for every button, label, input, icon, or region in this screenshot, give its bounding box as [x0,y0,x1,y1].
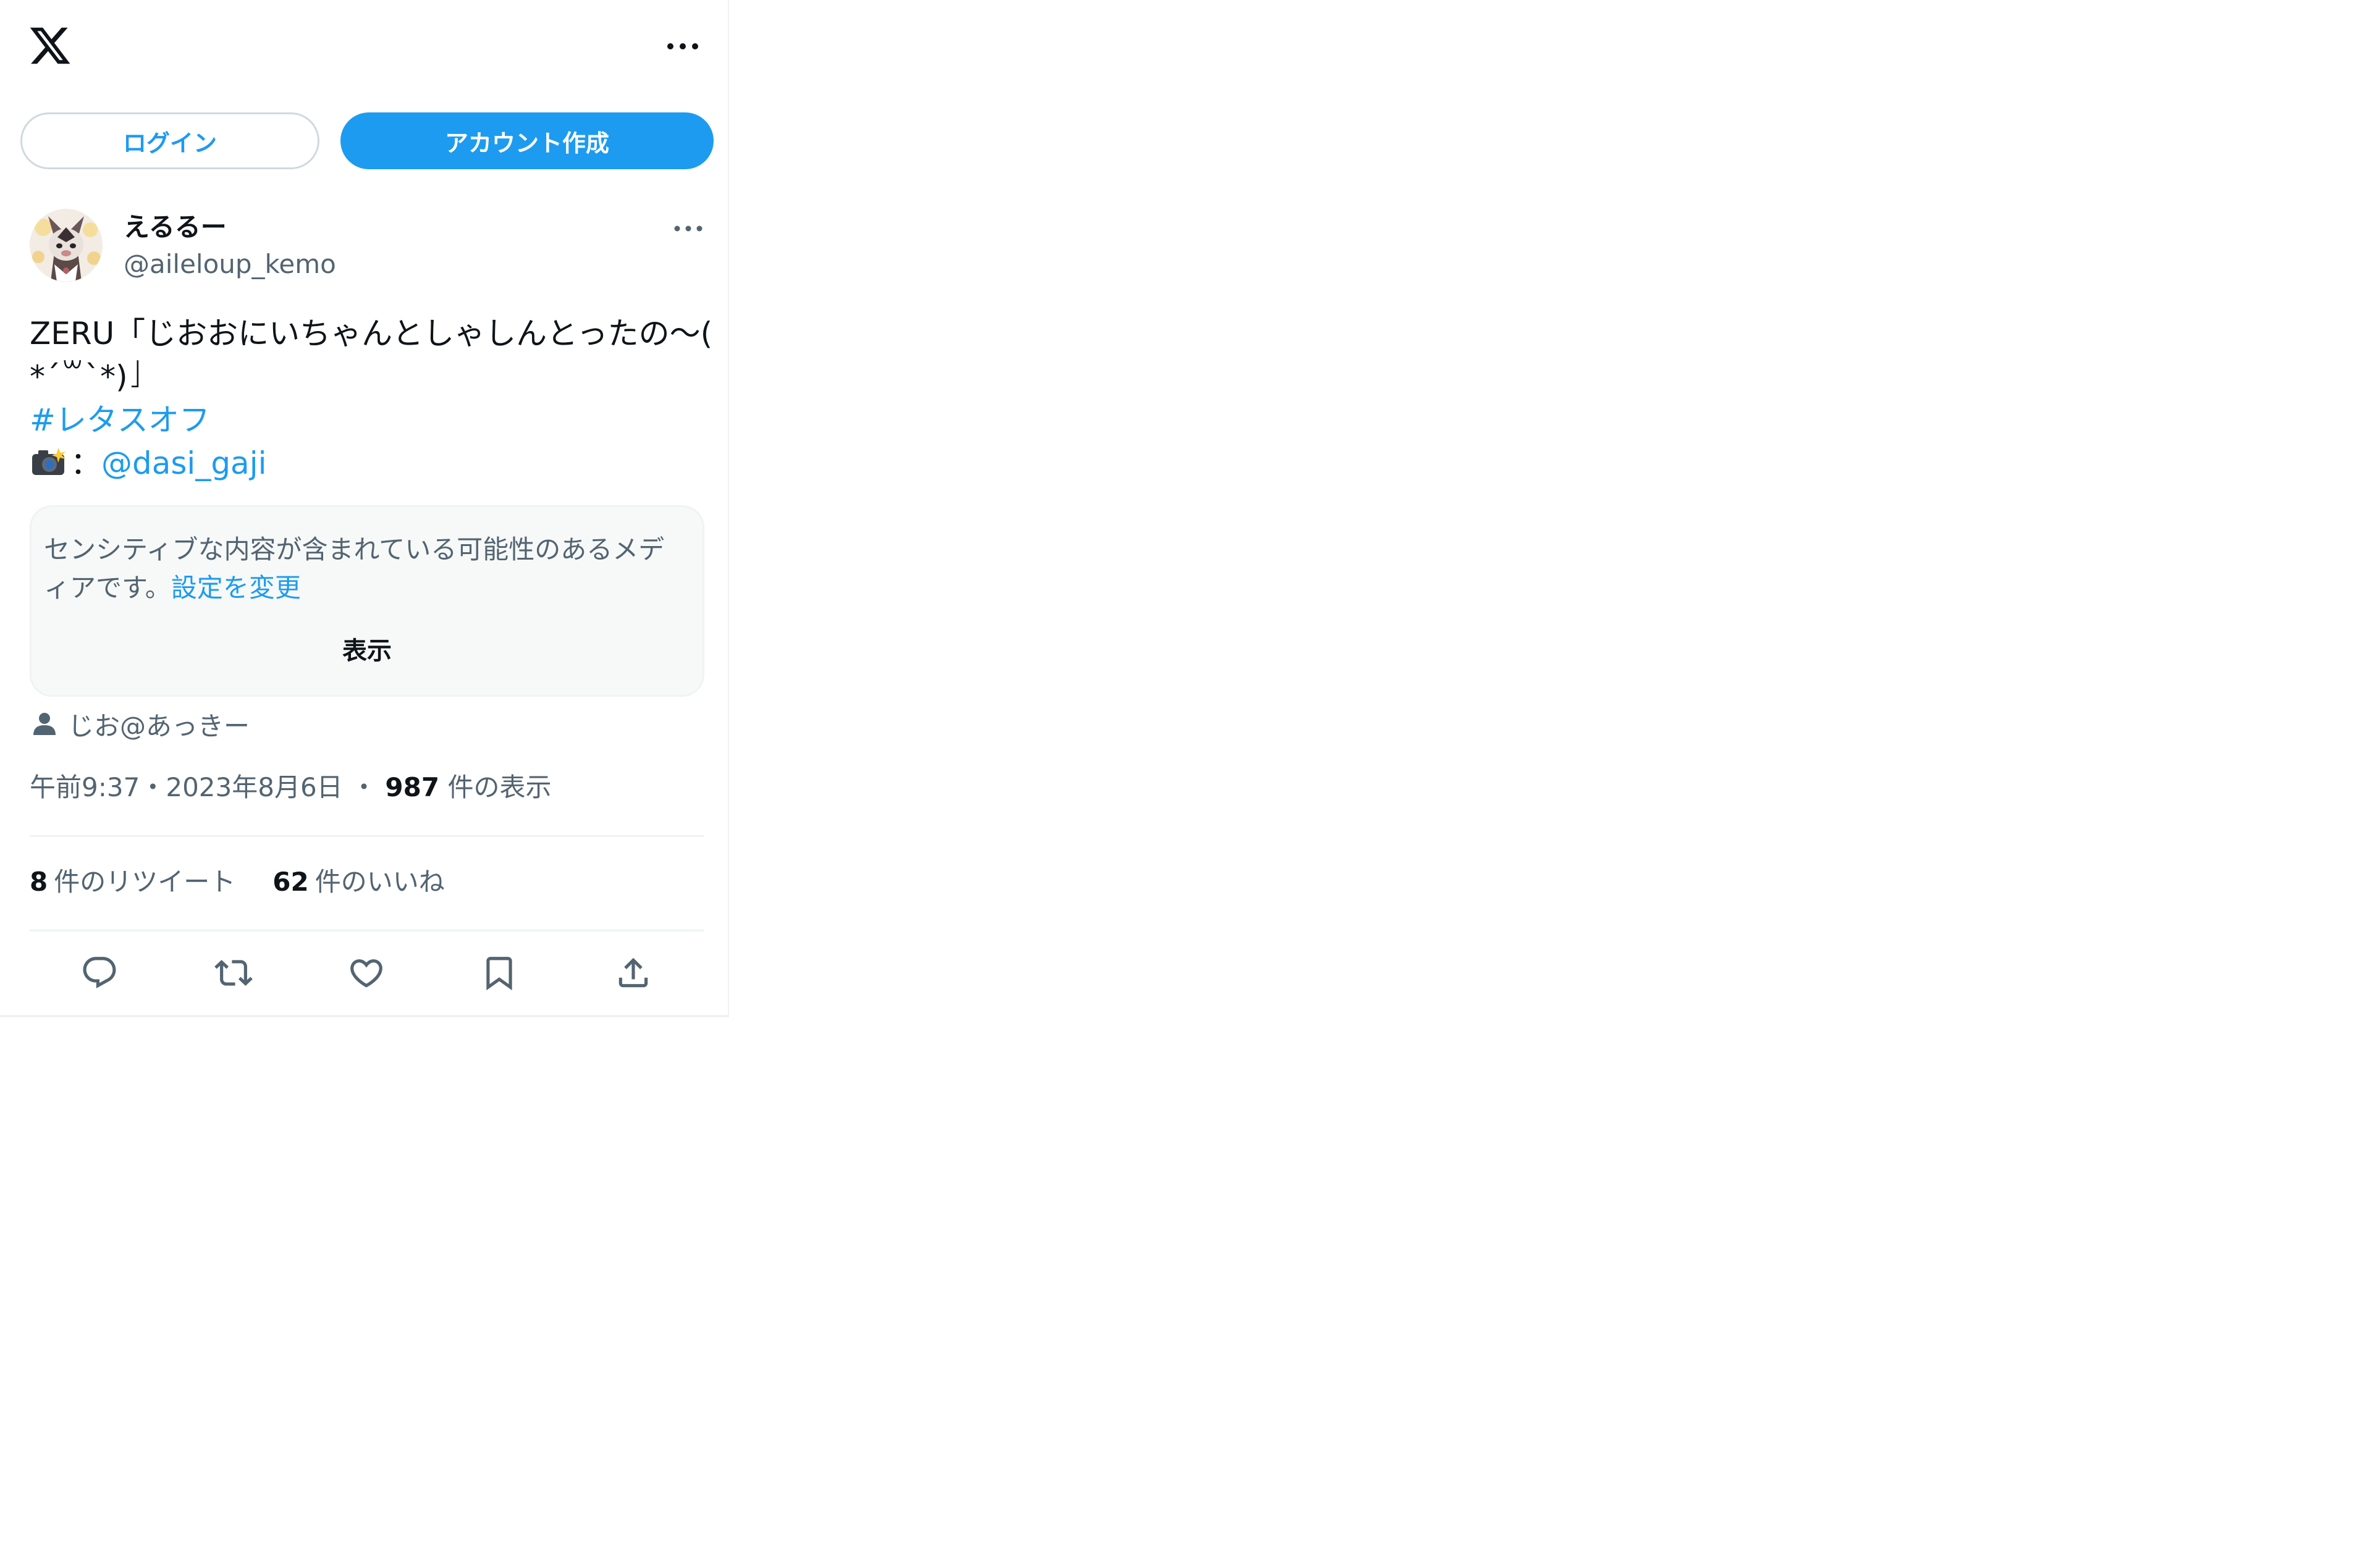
tweet-text-line: *´꒳`*)」 [30,359,152,395]
login-button[interactable]: ログイン [20,112,319,169]
divider [30,835,704,837]
like-button[interactable] [345,951,388,994]
reply-icon [83,957,116,989]
reply-button[interactable] [78,951,121,994]
tweet-date[interactable]: 2023年8月6日 [166,772,342,802]
likes-label: 件のいいね [314,867,445,897]
author-display-name[interactable]: えるるー [124,210,227,245]
sensitive-media-warning: センシティブな内容が含まれている可能性のあるメデ ィアです。設定を変更 表示 [30,505,704,697]
sensitive-message: センシティブな内容が含まれている可能性のあるメデ ィアです。設定を変更 [44,531,693,607]
mention-link[interactable]: @dasi_gaji [101,445,266,481]
tweet-page: ログイン アカウント作成 えるるー @aileloup_kemo ZERU「じお… [0,0,729,1017]
meta-separator: ・ [140,772,166,802]
credit-separator: ： [70,445,101,481]
create-account-button-label: アカウント作成 [444,129,609,157]
share-icon [618,957,648,988]
x-logo-icon[interactable] [28,23,72,68]
avatar[interactable] [30,209,103,282]
views-label: 件の表示 [447,772,552,802]
show-media-button[interactable]: 表示 [32,631,703,666]
create-account-button[interactable]: アカウント作成 [340,112,714,169]
tweet-more-icon[interactable] [670,219,707,238]
tweet-meta: 午前9:37・2023年8月6日 ・ 987 件の表示 [30,769,551,806]
login-button-label: ログイン [122,129,217,157]
tweet-actions [30,945,704,1001]
sensitive-message-prefix: ィアです。 [44,573,171,603]
tagged-user[interactable]: じお@あっきー [30,705,250,742]
tweet-stats: 8 件のリツイート 62 件のいいね [30,864,445,901]
hashtag-link[interactable]: #レタスオフ [30,398,703,442]
retweets-label: 件のリツイート [54,867,236,897]
tweet-time[interactable]: 午前9:37 [30,772,140,802]
likes-count: 62 [272,867,309,897]
retweets-count: 8 [30,867,48,897]
like-heart-icon [350,959,382,988]
top-bar [0,0,729,99]
sensitive-message-line: ィアです。設定を変更 [44,569,693,607]
tweet-text-line: ZERU「じおおにいちゃんとしゃしんとったの〜( [30,316,713,351]
change-settings-link[interactable]: 設定を変更 [171,573,301,603]
share-button[interactable] [612,951,655,994]
tweet-text: ZERU「じおおにいちゃんとしゃしんとったの〜( *´꒳`*)」 #レタスオフ … [30,312,713,485]
more-horizontal-icon[interactable] [664,37,701,56]
author-handle[interactable]: @aileloup_kemo [124,247,336,282]
camera-flash-icon [32,448,65,475]
retweet-button[interactable] [212,951,255,994]
retweets-stat[interactable]: 8 件のリツイート [30,864,235,901]
avatar-image [30,209,103,282]
bookmark-button[interactable] [478,951,521,994]
meta-separator: ・ [351,772,378,802]
tagged-user-name: じお@あっきー [68,710,250,741]
divider [30,930,704,931]
photo-credit-line: ：@dasi_gaji [30,442,703,485]
retweet-icon [214,960,253,986]
bookmark-icon [486,957,512,991]
person-icon [33,713,56,735]
views-count: 987 [385,772,440,802]
sensitive-message-line: センシティブな内容が含まれている可能性のあるメデ [44,534,665,565]
likes-stat[interactable]: 62 件のいいね [272,864,444,901]
